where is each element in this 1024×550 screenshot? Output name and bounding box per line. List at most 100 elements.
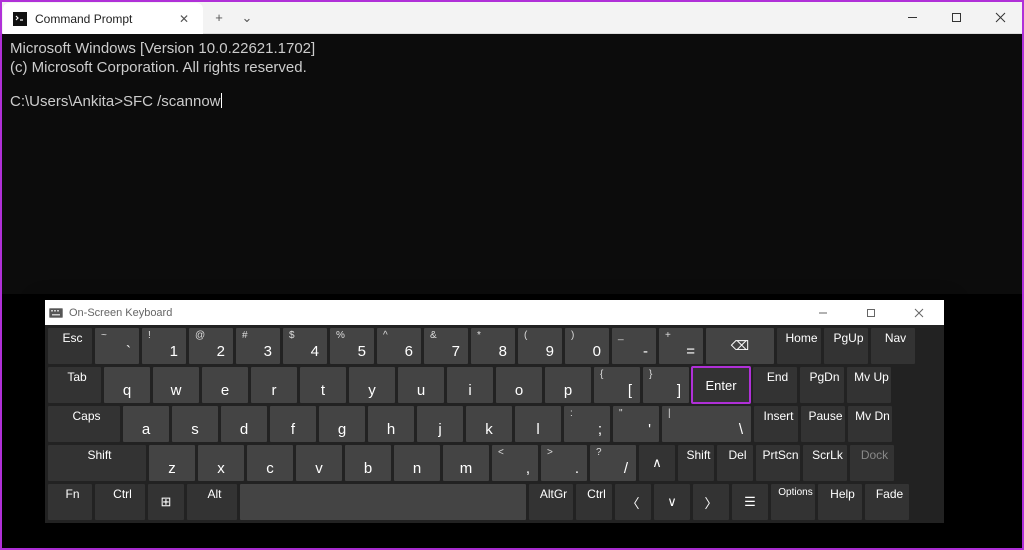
key-y[interactable]: y bbox=[349, 367, 395, 403]
key-a[interactable]: a bbox=[123, 406, 169, 442]
key-alt[interactable]: Alt bbox=[187, 484, 237, 520]
key-del[interactable]: Del bbox=[717, 445, 753, 481]
key-altgr[interactable]: AltGr bbox=[529, 484, 573, 520]
key-apostrophe[interactable]: "' bbox=[613, 406, 659, 442]
key-e[interactable]: e bbox=[202, 367, 248, 403]
key-scrlk[interactable]: ScrLk bbox=[803, 445, 847, 481]
chevron-up-icon: ∧ bbox=[652, 455, 662, 471]
key-options[interactable]: Options bbox=[771, 484, 815, 520]
key-f[interactable]: f bbox=[270, 406, 316, 442]
key-shift-right[interactable]: Shift bbox=[678, 445, 714, 481]
osk-titlebar[interactable]: On-Screen Keyboard bbox=[45, 300, 944, 325]
key-ctrl-left[interactable]: Ctrl bbox=[95, 484, 145, 520]
keyboard-row: Caps a s d f g h j k l :; "' |\ Insert P… bbox=[48, 406, 941, 442]
key-period[interactable]: >. bbox=[541, 445, 587, 481]
close-tab-icon[interactable]: ✕ bbox=[175, 12, 193, 26]
key-win[interactable]: ⊞ bbox=[148, 484, 184, 520]
terminal-prompt-line: C:\Users\Ankita>SFC /scannow bbox=[10, 93, 1014, 112]
new-tab-button[interactable]: + bbox=[203, 2, 235, 33]
key-6[interactable]: ^6 bbox=[377, 328, 421, 364]
key-nav[interactable]: Nav bbox=[871, 328, 915, 364]
key-prtscn[interactable]: PrtScn bbox=[756, 445, 800, 481]
tab-title: Command Prompt bbox=[35, 12, 167, 26]
key-close-bracket[interactable]: }] bbox=[643, 367, 689, 403]
key-s[interactable]: s bbox=[172, 406, 218, 442]
key-r[interactable]: r bbox=[251, 367, 297, 403]
key-ctrl-right[interactable]: Ctrl bbox=[576, 484, 612, 520]
key-backtick[interactable]: ~` bbox=[95, 328, 139, 364]
key-k[interactable]: k bbox=[466, 406, 512, 442]
key-i[interactable]: i bbox=[447, 367, 493, 403]
key-l[interactable]: l bbox=[515, 406, 561, 442]
close-window-button[interactable] bbox=[978, 2, 1022, 33]
key-0[interactable]: )0 bbox=[565, 328, 609, 364]
key-backslash[interactable]: |\ bbox=[662, 406, 751, 442]
key-w[interactable]: w bbox=[153, 367, 199, 403]
key-9[interactable]: (9 bbox=[518, 328, 562, 364]
key-help[interactable]: Help bbox=[818, 484, 862, 520]
key-q[interactable]: q bbox=[104, 367, 150, 403]
key-1[interactable]: !1 bbox=[142, 328, 186, 364]
key-p[interactable]: p bbox=[545, 367, 591, 403]
terminal-output[interactable]: Microsoft Windows [Version 10.0.22621.17… bbox=[2, 34, 1022, 294]
key-arrow-left[interactable]: 〈 bbox=[615, 484, 651, 520]
key-fade[interactable]: Fade bbox=[865, 484, 909, 520]
maximize-button[interactable] bbox=[934, 2, 978, 33]
key-b[interactable]: b bbox=[345, 445, 391, 481]
key-context-menu[interactable]: ☰ bbox=[732, 484, 768, 520]
key-dash[interactable]: _- bbox=[612, 328, 656, 364]
key-comma[interactable]: <, bbox=[492, 445, 538, 481]
key-pause[interactable]: Pause bbox=[801, 406, 845, 442]
key-5[interactable]: %5 bbox=[330, 328, 374, 364]
key-enter[interactable]: Enter bbox=[692, 367, 750, 403]
key-end[interactable]: End bbox=[753, 367, 797, 403]
key-3[interactable]: #3 bbox=[236, 328, 280, 364]
key-8[interactable]: *8 bbox=[471, 328, 515, 364]
key-o[interactable]: o bbox=[496, 367, 542, 403]
key-t[interactable]: t bbox=[300, 367, 346, 403]
key-g[interactable]: g bbox=[319, 406, 365, 442]
keyboard-grid: Esc ~` !1 @2 #3 $4 %5 ^6 &7 *8 (9 )0 _- … bbox=[45, 325, 944, 523]
key-mvdn[interactable]: Mv Dn bbox=[848, 406, 892, 442]
key-2[interactable]: @2 bbox=[189, 328, 233, 364]
key-tab[interactable]: Tab bbox=[48, 367, 101, 403]
key-dock[interactable]: Dock bbox=[850, 445, 894, 481]
key-backspace[interactable]: ⌫ bbox=[706, 328, 774, 364]
key-4[interactable]: $4 bbox=[283, 328, 327, 364]
key-x[interactable]: x bbox=[198, 445, 244, 481]
key-7[interactable]: &7 bbox=[424, 328, 468, 364]
key-space[interactable] bbox=[240, 484, 526, 520]
key-semicolon[interactable]: :; bbox=[564, 406, 610, 442]
osk-close-button[interactable] bbox=[898, 302, 940, 324]
key-pgup[interactable]: PgUp bbox=[824, 328, 868, 364]
key-arrow-up[interactable]: ∧ bbox=[639, 445, 675, 481]
key-d[interactable]: d bbox=[221, 406, 267, 442]
tab-dropdown-button[interactable]: ⌄ bbox=[235, 2, 259, 33]
key-j[interactable]: j bbox=[417, 406, 463, 442]
key-arrow-right[interactable]: 〉 bbox=[693, 484, 729, 520]
key-m[interactable]: m bbox=[443, 445, 489, 481]
key-equals[interactable]: += bbox=[659, 328, 703, 364]
key-home[interactable]: Home bbox=[777, 328, 821, 364]
key-insert[interactable]: Insert bbox=[754, 406, 798, 442]
terminal-line: (c) Microsoft Corporation. All rights re… bbox=[10, 59, 1014, 78]
key-pgdn[interactable]: PgDn bbox=[800, 367, 844, 403]
osk-maximize-button[interactable] bbox=[850, 302, 892, 324]
key-v[interactable]: v bbox=[296, 445, 342, 481]
key-esc[interactable]: Esc bbox=[48, 328, 92, 364]
key-shift-left[interactable]: Shift bbox=[48, 445, 146, 481]
key-fn[interactable]: Fn bbox=[48, 484, 92, 520]
key-n[interactable]: n bbox=[394, 445, 440, 481]
key-u[interactable]: u bbox=[398, 367, 444, 403]
tab-command-prompt[interactable]: Command Prompt ✕ bbox=[3, 3, 203, 34]
key-caps[interactable]: Caps bbox=[48, 406, 120, 442]
key-arrow-down[interactable]: ∨ bbox=[654, 484, 690, 520]
key-h[interactable]: h bbox=[368, 406, 414, 442]
key-z[interactable]: z bbox=[149, 445, 195, 481]
key-slash[interactable]: ?/ bbox=[590, 445, 636, 481]
key-c[interactable]: c bbox=[247, 445, 293, 481]
key-mvup[interactable]: Mv Up bbox=[847, 367, 891, 403]
osk-minimize-button[interactable] bbox=[802, 302, 844, 324]
minimize-button[interactable] bbox=[890, 2, 934, 33]
key-open-bracket[interactable]: {[ bbox=[594, 367, 640, 403]
